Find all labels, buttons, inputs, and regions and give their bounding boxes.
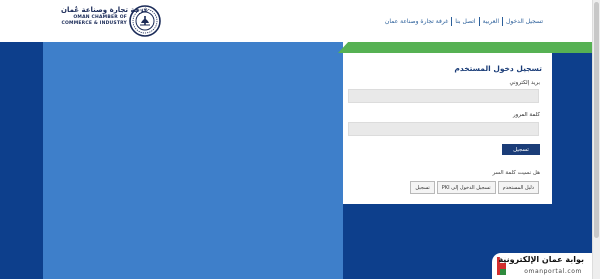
password-label: كلمة المرور [512,112,540,118]
left-navy-band [0,42,43,279]
brand-name-english-2: COMMERCE & INDUSTRY [61,20,127,26]
email-label: بريد إلكتروني [509,80,540,86]
user-guide-button[interactable]: دليل المستخدم [497,181,539,194]
nav-login-link[interactable]: تسجيل الدخول [503,18,546,25]
brand-text: غرفة تجارة وصناعة عُمان OMAN CHAMBER OF … [61,5,149,26]
login-panel: تسجيل دخول المستخدم بريد إلكتروني كلمة ا… [343,53,552,204]
portal-domain: omanportal.com [524,268,582,275]
nav-language-link[interactable]: العربية [480,18,502,25]
secondary-buttons: دليل المستخدم PKI تسجيل الدخول إلى تسجيل [410,181,539,194]
scrollbar-thumb[interactable] [594,2,599,238]
blue-hero-area [43,42,343,279]
chamber-logo[interactable]: غرفة تجارة وصناعة عُمان OMAN CHAMBER OF … [61,5,165,37]
nav-contact-link[interactable]: اتصل بنا [452,18,478,25]
nav-divider [502,16,504,26]
nav-divider [451,16,453,26]
brand-name-arabic: غرفة تجارة وصناعة عُمان [61,6,149,14]
portal-name-arabic: بوابة عمان الإلكترونية [498,255,584,264]
login-title: تسجيل دخول المستخدم [454,64,542,73]
forgot-password-link[interactable]: هل نسيت كلمة السر [492,170,540,176]
nav-chamber-link[interactable]: غرفة تجارة وصناعة عمان [382,18,451,25]
register-button[interactable]: تسجيل [410,181,435,194]
password-field[interactable] [348,122,539,136]
pki-login-button[interactable]: PKI تسجيل الدخول إلى [436,181,496,194]
chamber-emblem-icon [129,5,161,37]
green-accent-stripe [338,42,592,53]
top-navigation: تسجيل الدخول العربية اتصل بنا غرفة تجارة… [382,15,546,27]
oman-portal-badge[interactable]: بوابة عمان الإلكترونية omanportal.com [492,253,592,279]
vertical-scrollbar[interactable] [592,0,600,279]
site-header: غرفة تجارة وصناعة عُمان OMAN CHAMBER OF … [0,0,600,42]
login-button[interactable]: تسجيل [502,144,540,155]
email-field[interactable] [348,89,539,103]
nav-divider [478,16,480,26]
